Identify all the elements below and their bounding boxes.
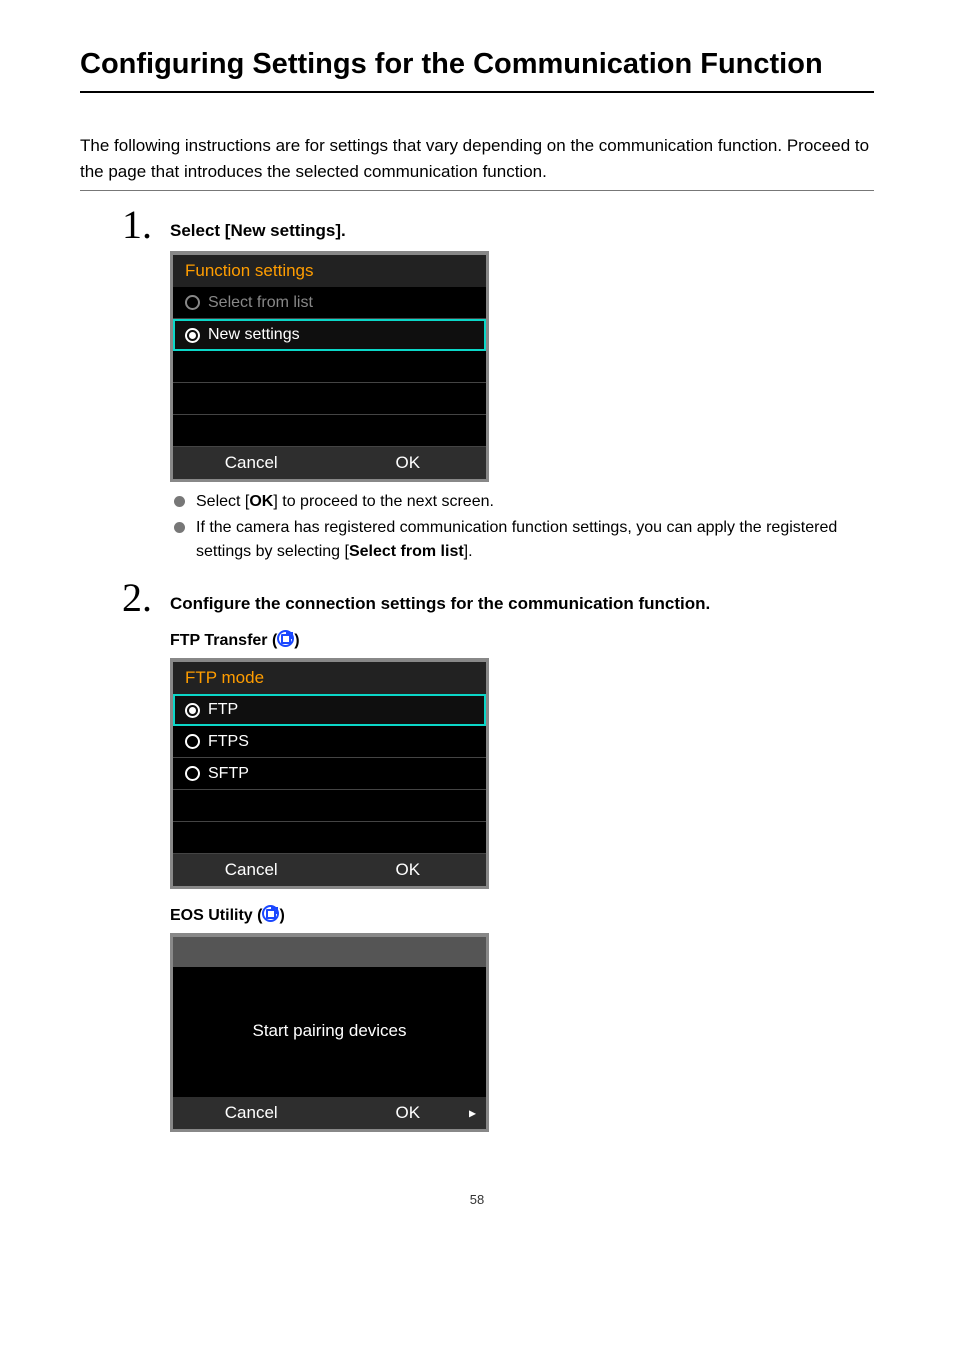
- option-label: FTP: [208, 701, 238, 719]
- step-1: 1 Select [New settings]. Function settin…: [170, 215, 874, 564]
- shot-footer: Cancel OK: [173, 854, 486, 886]
- bullet-list: Select [OK] to proceed to the next scree…: [170, 490, 874, 564]
- step-2: 2 Configure the connection settings for …: [170, 588, 874, 1132]
- shot-body: FTP FTPS SFTP: [173, 694, 486, 854]
- radio-unchecked-icon: [185, 766, 200, 781]
- page-title: Configuring Settings for the Communicati…: [80, 48, 874, 93]
- cancel-button: Cancel: [173, 854, 330, 886]
- text: ] to proceed to the next screen.: [273, 493, 494, 510]
- text: ].: [464, 543, 473, 560]
- eos-utility-heading: EOS Utility (): [170, 905, 874, 925]
- shot-footer: Cancel OK: [173, 447, 486, 479]
- empty-row: [173, 822, 486, 854]
- option-ftps: FTPS: [173, 726, 486, 758]
- radio-checked-icon: [185, 328, 200, 343]
- option-label: SFTP: [208, 765, 249, 783]
- option-label: New settings: [208, 326, 300, 344]
- text-bold: New settings: [230, 221, 335, 240]
- bullet-item: Select [OK] to proceed to the next scree…: [170, 490, 874, 514]
- ok-button: OK: [330, 1097, 487, 1129]
- text-bold: OK: [249, 493, 273, 510]
- text: EOS Utility (: [170, 907, 262, 924]
- screenshot-ftp-mode: FTP mode FTP FTPS SFTP Cancel: [170, 658, 489, 889]
- link-icon[interactable]: [277, 630, 294, 647]
- option-new-settings: New settings: [173, 319, 486, 351]
- ok-button: OK: [330, 854, 487, 886]
- intro-text: The following instructions are for setti…: [80, 133, 874, 191]
- step-number-1: 1: [122, 201, 152, 248]
- shot-footer: Cancel OK: [173, 1097, 486, 1129]
- option-ftp: FTP: [173, 694, 486, 726]
- option-sftp: SFTP: [173, 758, 486, 790]
- cancel-button: Cancel: [173, 1097, 330, 1129]
- shot-header: Function settings: [173, 255, 486, 287]
- empty-row: [173, 351, 486, 383]
- text: ): [294, 632, 299, 649]
- text: If the camera has registered communicati…: [196, 519, 837, 560]
- ok-button: OK: [330, 447, 487, 479]
- shot-body: Select from list New settings: [173, 287, 486, 447]
- step1-title: Select [New settings].: [170, 215, 874, 241]
- link-icon[interactable]: [262, 905, 279, 922]
- shot-header-gray: [173, 937, 486, 967]
- screenshot-start-pairing: Start pairing devices Cancel OK: [170, 933, 489, 1132]
- radio-unchecked-icon: [185, 734, 200, 749]
- empty-row: [173, 383, 486, 415]
- step2-title: Configure the connection settings for th…: [170, 588, 874, 614]
- shot-message: Start pairing devices: [173, 967, 486, 1097]
- step-number-2: 2: [122, 574, 152, 621]
- text: Select [: [196, 493, 249, 510]
- option-label: Select from list: [208, 294, 313, 312]
- ftp-transfer-heading: FTP Transfer (): [170, 630, 874, 650]
- bullet-item: If the camera has registered communicati…: [170, 516, 874, 564]
- text: FTP Transfer (: [170, 632, 277, 649]
- radio-unchecked-icon: [185, 295, 200, 310]
- option-select-from-list: Select from list: [173, 287, 486, 319]
- text: ): [279, 907, 284, 924]
- page-number: 58: [80, 1192, 874, 1207]
- empty-row: [173, 790, 486, 822]
- text: ].: [335, 221, 345, 240]
- shot-header: FTP mode: [173, 662, 486, 694]
- empty-row: [173, 415, 486, 447]
- radio-checked-icon: [185, 703, 200, 718]
- screenshot-function-settings: Function settings Select from list New s…: [170, 251, 489, 482]
- cancel-button: Cancel: [173, 447, 330, 479]
- text: Select [: [170, 221, 230, 240]
- text-bold: Select from list: [349, 543, 464, 560]
- option-label: FTPS: [208, 733, 249, 751]
